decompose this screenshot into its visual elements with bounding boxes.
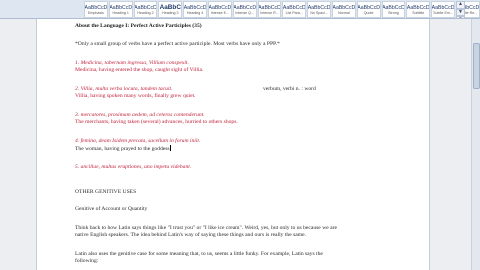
- example-2-vocab-note: verbum, verbi n. : word: [263, 86, 316, 92]
- example-3-translation: The merchants, having taken (several) ad…: [75, 119, 238, 125]
- style-name: Heading 4: [186, 10, 204, 15]
- style-name: Heading 1: [112, 10, 129, 15]
- gallery-up-icon[interactable]: ▲: [456, 1, 465, 9]
- style-tile[interactable]: AaBbCcD List Para...: [282, 1, 307, 18]
- style-name: Subtitle: [412, 10, 425, 15]
- style-tile[interactable]: AaBbCcD Emphasis: [84, 1, 108, 18]
- example-4-latin: 4. femina, deam Isidem precata, sacellum…: [75, 138, 201, 144]
- style-tile[interactable]: AaBbC Heading 3: [158, 1, 183, 18]
- style-name: Heading 3: [162, 10, 179, 15]
- section-heading: OTHER GENITIVE USES: [75, 189, 137, 195]
- text-cursor: [170, 145, 171, 151]
- example-3-latin: 3. mercatores, proximam aedem, ad cetero…: [75, 112, 205, 118]
- ribbon-styles-gallery: AaBbCcD Emphasis AaBbCcD Heading 1 AaBbCcD He…: [0, 0, 480, 19]
- doc-note: *Only a small group of verbs have a perf…: [75, 41, 280, 47]
- vertical-scrollbar[interactable]: [471, 19, 480, 270]
- paragraph-2-line-2: following:: [75, 258, 99, 264]
- style-name: Quote: [363, 10, 374, 15]
- style-tile[interactable]: AaBbCcD Subtitle: [406, 1, 431, 18]
- example-4-translation: The woman, having prayed to the goddess: [75, 146, 170, 152]
- example-4-translation-line: The woman, having prayed to the goddess: [75, 145, 171, 153]
- style-name: Strong: [388, 10, 399, 15]
- example-1-translation: Medicina, having entered the shop, caugh…: [75, 67, 204, 73]
- style-tile[interactable]: AaBbCcD No Spaci...: [307, 1, 331, 18]
- style-tile[interactable]: AaBbCcD Intense Q...: [232, 1, 257, 18]
- example-2-latin: 2. Villia, multa verba locuta, tandem ta…: [75, 86, 173, 92]
- doc-title: About the Language I: Perfect Active Par…: [75, 23, 202, 29]
- document-page[interactable]: About the Language I: Perfect Active Par…: [36, 19, 430, 270]
- style-tile[interactable]: AaBbCcD Intense R...: [257, 1, 282, 18]
- style-name: Normal: [338, 10, 350, 15]
- example-2-translation: Villia, having spoken many words, finall…: [75, 93, 196, 99]
- style-name: Subtle Em...: [433, 10, 453, 15]
- paragraph-2-line-1: Latin also uses the genitive case for so…: [75, 251, 323, 257]
- style-name: No Spaci...: [310, 10, 328, 15]
- paragraph-1-line-2: native English speakers. The idea behind…: [75, 232, 306, 238]
- style-name: Heading 2: [137, 10, 154, 15]
- style-tile[interactable]: AaBbCcD Normal: [331, 1, 356, 18]
- style-name: List Para...: [285, 10, 303, 15]
- gallery-down-icon[interactable]: ▼: [456, 8, 465, 17]
- style-name: Intense Q...: [235, 10, 254, 15]
- style-tile[interactable]: AaBbCcD Strong: [381, 1, 406, 18]
- example-5-latin: 5. ancillae, multas eruptiones, uno impe…: [75, 164, 192, 170]
- sub-heading: Genitive of Account or Quantity: [75, 206, 148, 212]
- scrollbar-thumb[interactable]: [473, 43, 480, 89]
- style-tile[interactable]: AaBbCcD Heading 2: [133, 1, 158, 18]
- style-tile[interactable]: AaBbCcD Heading 1: [108, 1, 133, 18]
- style-tile[interactable]: AaBbCcD Intense E...: [207, 1, 232, 18]
- document-workspace: About the Language I: Perfect Active Par…: [0, 19, 480, 270]
- style-tile[interactable]: AaBbCcD Quote: [356, 1, 381, 18]
- example-1-latin: 1. Medicina, tabernam ingressa, Villiam …: [75, 60, 189, 66]
- style-tile[interactable]: AaBbCcD Heading 4: [183, 1, 207, 18]
- gallery-scroll-controls: ▲ ▼ ▾: [456, 1, 465, 18]
- style-name: Intense R...: [260, 10, 279, 15]
- style-name: Emphasis: [88, 10, 104, 15]
- style-tile[interactable]: AaBbCcD Subtle Em...: [431, 1, 455, 18]
- quick-styles-list: AaBbCcD Emphasis AaBbCcD Heading 1 AaBbCcD He…: [84, 0, 480, 18]
- paragraph-1-line-1: Think back to how Latin says things like…: [75, 225, 337, 231]
- style-name: Intense E...: [210, 10, 229, 15]
